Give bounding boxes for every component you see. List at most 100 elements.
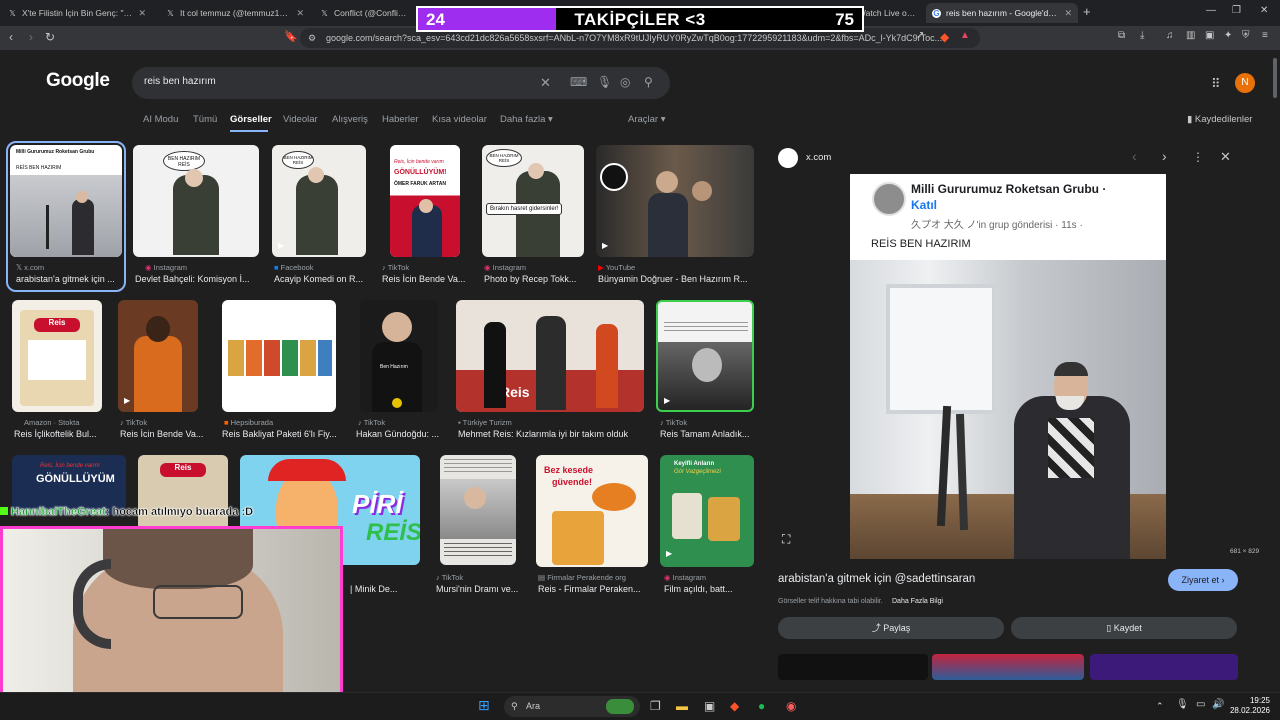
preview-image[interactable]: Milli Gururumuz Roketsan Grubu · Katıl 久…: [850, 174, 1166, 559]
tools-menu[interactable]: Araçlar ▾: [628, 114, 666, 125]
image-result-17[interactable]: Bez kesede güvende! ▤ Firmalar Perakende…: [536, 455, 650, 598]
image-result-4[interactable]: Reis, İcin bende varım GÖNÜLLÜYÜM! ÖMER …: [380, 145, 470, 288]
tab-x-temmuz[interactable]: 𝕏It col temmuz (@temmuz1919) / X✕: [160, 3, 310, 23]
spotify-icon[interactable]: ●: [758, 699, 765, 713]
file-explorer-icon[interactable]: ▬: [676, 699, 688, 713]
result-title: Bünyamin Doğruer - Ben Hazırım R...: [598, 274, 748, 284]
system-clock[interactable]: 19:25 28.02.2026: [1230, 696, 1270, 716]
store-icon[interactable]: ▣: [704, 699, 715, 713]
bookmark-icon[interactable]: 🔖: [284, 30, 298, 43]
account-avatar[interactable]: N: [1235, 73, 1255, 93]
more-options-icon[interactable]: ⋮: [1192, 150, 1204, 164]
image-result-8[interactable]: ▶ ♪ TikTok Reis İcin Bende Va...: [118, 300, 208, 443]
apps-grid-icon[interactable]: ⠿: [1211, 76, 1221, 92]
image-result-5[interactable]: BEN HAZIRIM REİS Bırakın hasret gidersin…: [482, 145, 584, 288]
tab-x-filistin[interactable]: 𝕏X'te Filistin İçin Bin Genç: "UDRUB U..…: [2, 3, 152, 23]
previous-icon[interactable]: ‹: [1132, 148, 1137, 164]
image-result-16[interactable]: ♪ TikTok Mursi'nin Dramı ve...: [434, 455, 526, 598]
saved-link[interactable]: ▮ Kaydedilenler: [1187, 114, 1252, 125]
search-icon[interactable]: ⚲: [644, 75, 653, 89]
visit-button[interactable]: Ziyaret et ›: [1168, 569, 1238, 591]
image-dimensions: 681 × 829: [1230, 548, 1260, 555]
tab-more[interactable]: Daha fazla ▾: [500, 114, 553, 125]
image-result-7[interactable]: Reis Amazon · Stokta Reis İçlikoftelik B…: [12, 300, 106, 443]
preview-title[interactable]: arabistan'a gitmek için @sadettinsaran: [778, 573, 975, 585]
close-icon[interactable]: ✕: [296, 8, 304, 19]
volume-icon[interactable]: 🔊: [1212, 699, 1224, 710]
tab-news[interactable]: Haberler: [382, 114, 418, 125]
close-icon[interactable]: ✕: [1064, 8, 1072, 19]
page-scrollbar[interactable]: [1272, 52, 1278, 692]
related-image[interactable]: [778, 654, 928, 680]
downloads-icon[interactable]: ⤓: [1140, 30, 1144, 41]
clear-search-icon[interactable]: ✕: [540, 75, 551, 91]
minimize-button[interactable]: —: [1206, 5, 1216, 16]
new-tab-button[interactable]: +: [1083, 4, 1091, 19]
related-image[interactable]: [1090, 654, 1238, 680]
video-play-icon: ▶: [124, 396, 131, 405]
brave-rewards-icon[interactable]: ▲: [960, 30, 970, 41]
share-icon[interactable]: ↗: [916, 30, 924, 41]
task-view-icon[interactable]: ❐: [650, 699, 661, 713]
related-image[interactable]: [932, 654, 1084, 680]
extensions-icon[interactable]: ⧉: [1118, 30, 1125, 41]
site-info-icon[interactable]: ⚙: [308, 28, 316, 48]
tab-shopping[interactable]: Alışveriş: [332, 114, 368, 125]
search-box[interactable]: reis ben hazırım ✕ ⌨ 🎙 ◎ ⚲: [132, 67, 670, 99]
sidebar-icon[interactable]: ▥: [1186, 30, 1195, 41]
image-result-10[interactable]: Ben Hazırım ♪ TikTok Hakan Gündoğdu: ...: [356, 300, 448, 443]
panel-site-name[interactable]: x.com: [806, 152, 831, 163]
wallet-icon[interactable]: ▣: [1205, 30, 1214, 41]
menu-icon[interactable]: ≡: [1262, 30, 1268, 41]
image-result-1[interactable]: Milli Gururumuz Roketsan Grubu REİS BEN …: [6, 141, 126, 292]
share-button[interactable]: ⤴ Paylaş: [778, 617, 1004, 639]
more-info-link[interactable]: Daha Fazla Bilgi: [892, 598, 943, 605]
back-icon[interactable]: ‹: [9, 30, 13, 44]
next-icon[interactable]: ›: [1162, 148, 1167, 164]
image-result-2[interactable]: BEN HAZIRIM REİS ◉ Instagram Devlet Bahç…: [133, 145, 259, 288]
lens-search-icon[interactable]: ⛶: [782, 532, 790, 547]
google-logo[interactable]: Google: [46, 70, 110, 92]
tray-expand-icon[interactable]: ⌃: [1156, 701, 1164, 712]
taskbar-search[interactable]: ⚲ Ara: [504, 696, 640, 717]
leo-icon[interactable]: ✦: [1224, 30, 1232, 41]
image-result-11[interactable]: Reis ▪ Türkiye Turizm Mehmet Reis: Kızla…: [456, 300, 646, 443]
window-close-button[interactable]: ✕: [1260, 5, 1268, 16]
microphone-icon[interactable]: 🎙: [1176, 699, 1189, 710]
image-result-3[interactable]: BEN HAZIRIM REİS ▶ ■ Facebook Acayip Kom…: [272, 145, 366, 288]
network-icon[interactable]: ▭: [1196, 699, 1205, 710]
result-thumbnail: BEN HAZIRIM REİS: [133, 145, 259, 257]
save-button[interactable]: ▯ Kaydet: [1011, 617, 1237, 639]
site-favicon: [778, 148, 798, 168]
brave-browser-icon[interactable]: ◆: [730, 699, 739, 713]
close-panel-icon[interactable]: ✕: [1220, 149, 1231, 165]
music-icon[interactable]: ♫: [1166, 30, 1174, 41]
close-icon[interactable]: ✕: [138, 8, 146, 19]
result-title: Devlet Bahçeli: Komisyon İ...: [135, 274, 250, 284]
forward-icon[interactable]: ›: [29, 30, 33, 44]
vpn-icon[interactable]: ⛨: [1242, 30, 1250, 41]
brave-shield-icon[interactable]: ◆: [940, 30, 949, 44]
tab-ai-mode[interactable]: AI Modu: [143, 114, 178, 125]
reload-icon[interactable]: ↻: [45, 30, 55, 44]
tab-short-videos[interactable]: Kısa videolar: [432, 114, 487, 125]
tab-google-active[interactable]: Greis ben hazırım - Google'da Ara ✕: [926, 3, 1078, 23]
image-result-18[interactable]: Keyifli Anların Gör Vazgeçilmezi ▶ ◉ Ins…: [660, 455, 756, 598]
instagram-icon: ◉: [145, 263, 152, 272]
search-input[interactable]: reis ben hazırım: [144, 76, 216, 87]
keyboard-icon[interactable]: ⌨: [570, 75, 587, 89]
obs-icon[interactable]: ◉: [786, 699, 796, 713]
image-result-6[interactable]: ▶ ▶ YouTube Bünyamin Doğruer - Ben Hazır…: [596, 145, 756, 288]
windows-start-icon[interactable]: ⊞: [478, 697, 490, 714]
lens-icon[interactable]: ◎: [620, 75, 630, 89]
microphone-icon[interactable]: 🎙: [597, 75, 612, 89]
tab-images[interactable]: Görseller: [230, 114, 272, 125]
tab-all[interactable]: Tümü: [193, 114, 217, 125]
image-result-12[interactable]: ▶ ♪ TikTok Reis Tamam Anladık...: [656, 300, 756, 443]
scrollbar-thumb[interactable]: [1273, 58, 1277, 98]
image-result-9[interactable]: ■ Hepsiburada Reis Bakliyat Paketi 6'lı …: [222, 300, 344, 443]
tab-x-conflict[interactable]: 𝕏Conflict (@ConflictTR) / X: [314, 3, 414, 23]
windows-taskbar: ⊞ ⚲ Ara ❐ ▬ ▣ ◆ ● ◉ ⌃ 🎙 ▭ 🔊 19:25 28.02.…: [0, 692, 1280, 720]
maximize-button[interactable]: ❐: [1232, 5, 1241, 16]
tab-videos[interactable]: Videolar: [283, 114, 318, 125]
